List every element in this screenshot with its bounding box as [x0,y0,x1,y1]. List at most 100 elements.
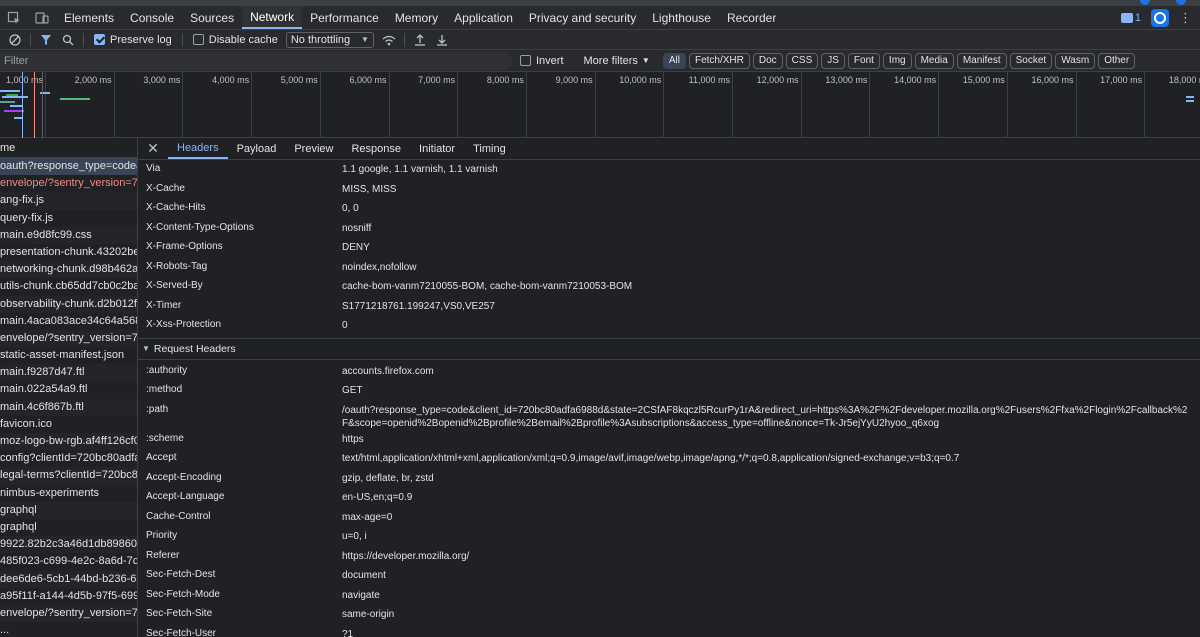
request-row[interactable]: 9922.82b2c3a46d1db8986051... [0,536,137,554]
more-filters-dropdown[interactable]: More filters ▼ [578,55,656,67]
close-icon[interactable]: ✕ [138,138,168,159]
preserve-log-checkbox[interactable]: Preserve log [88,34,178,46]
more-options-icon[interactable]: ⋮ [1179,10,1192,26]
timeline-tick-label: 9,000 ms [555,75,593,85]
request-row[interactable]: networking-chunk.d98b462a3f... [0,261,137,279]
request-row[interactable]: observability-chunk.d2b012f58... [0,295,137,313]
invert-check[interactable] [520,55,531,66]
timeline-tick: 1,000 ms [6,72,46,138]
request-row[interactable]: oauth?response_type=code&c... [0,158,137,176]
network-overview-timeline[interactable]: 1,000 ms 2,000 ms 3,000 ms 4,000 ms 5,000 ms… [0,72,1200,138]
request-row[interactable]: legal-terms?clientId=720bc80a... [0,467,137,485]
request-row[interactable]: static-asset-manifest.json [0,347,137,364]
issues-badge[interactable]: 1 [1120,12,1141,24]
filter-chip-other[interactable]: Other [1098,52,1136,69]
disable-cache-check[interactable] [192,34,204,45]
request-row[interactable]: envelope/?sentry_version=7&s... [0,329,137,348]
name-column-header[interactable]: me [0,138,137,158]
request-row[interactable]: ang-fix.js [0,192,137,210]
request-row[interactable]: ... [0,622,137,637]
device-toolbar-icon[interactable] [28,6,56,29]
request-row[interactable]: main.4aca083ace34c64a5682.js [0,313,137,330]
request-row[interactable]: moz-logo-bw-rgb.af4ff126cf0c... [0,433,137,451]
request-row[interactable]: query-fix.js [0,210,137,227]
tab-network[interactable]: Network [242,6,303,29]
request-row[interactable]: nimbus-experiments [0,485,137,502]
throttling-select[interactable]: No throttling ▼ [285,31,374,48]
toolbar-divider [181,32,183,47]
tab-application[interactable]: Application [446,6,521,29]
export-har-icon[interactable] [431,34,453,46]
filter-chip-img[interactable]: Img [882,52,912,69]
tab-lighthouse[interactable]: Lighthouse [644,6,719,29]
inspect-element-icon[interactable] [0,6,28,29]
detail-tab-headers[interactable]: Headers [168,138,228,159]
request-row[interactable]: main.e9d8fc99.css [0,226,137,244]
filter-icon[interactable] [35,34,57,46]
filter-chip-socket[interactable]: Socket [1009,52,1053,69]
request-row[interactable]: main.4c6f867b.ftl [0,398,137,416]
timeline-tick-label: 4,000 ms [212,75,250,85]
request-row[interactable]: main.022a54a9.ftl [0,381,137,398]
tab-elements[interactable]: Elements [56,6,122,29]
request-row[interactable]: envelope/?sentry_version=7&s... [0,175,137,192]
request-headers-section[interactable]: ▼ Request Headers [138,337,1200,360]
timeline-tick: 16,000 ms [1031,72,1077,138]
header-name: Via [146,163,161,174]
request-row[interactable]: main.f9287d47.ftl [0,364,137,382]
filter-chip-media[interactable]: Media [914,52,954,69]
header-name: Referer [146,549,180,561]
filter-chip-manifest[interactable]: Manifest [956,52,1007,69]
filter-chip-doc[interactable]: Doc [752,52,783,69]
header-name: X-Cache [146,182,185,194]
request-row[interactable]: envelope/?sentry_version=7&s... [0,604,137,623]
filter-chip-wasm[interactable]: Wasm [1055,52,1096,69]
request-row[interactable]: dee6de6-5cb1-44bd-b236-6... [0,570,137,588]
invert-checkbox[interactable]: Invert [520,55,564,67]
filter-chip-js[interactable]: JS [821,52,845,69]
filter-chip-font[interactable]: Font [847,52,880,69]
import-har-icon[interactable] [409,33,431,46]
header-value: max-age=0 [342,511,393,523]
detail-tab-response[interactable]: Response [342,138,410,159]
search-icon[interactable] [57,34,79,46]
record-stop-icon[interactable] [4,33,26,46]
request-row[interactable]: presentation-chunk.43202be8... [0,244,137,261]
tab-console[interactable]: Console [122,6,182,29]
filter-chip-css[interactable]: CSS [785,52,819,69]
header-row: X-Xss-Protection 0 [138,316,1200,336]
header-row: Sec-Fetch-User ?1 [138,625,1200,637]
filter-input[interactable]: Filter [0,51,512,70]
settings-sync-icon[interactable] [1151,8,1169,27]
request-name-column: me oauth?response_type=code&c...envelope… [0,138,138,637]
tab-performance[interactable]: Performance [302,6,387,29]
request-row[interactable]: graphql [0,501,137,519]
disable-cache-checkbox[interactable]: Disable cache [187,34,284,46]
network-conditions-icon[interactable] [378,34,400,46]
request-row[interactable]: graphql [0,519,137,536]
header-name: Cache-Control [146,510,211,522]
timeline-tick: 13,000 ms [825,72,871,138]
request-headers-list: :authority accounts.firefox.com:method GET… [138,362,1200,637]
preserve-log-check[interactable] [94,34,105,45]
filter-chip-fetch-xhr[interactable]: Fetch/XHR [688,52,750,69]
timeline-tick-label: 14,000 ms [894,75,937,85]
request-row[interactable]: config?clientId=720bc80adfa6... [0,450,137,467]
detail-tab-timing[interactable]: Timing [464,138,515,159]
tab-memory[interactable]: Memory [387,6,446,29]
header-value: noindex,nofollow [342,261,417,273]
detail-tab-payload[interactable]: Payload [228,138,286,159]
tab-privacy-and-security[interactable]: Privacy and security [521,6,644,29]
request-row[interactable]: favicon.ico [0,416,137,433]
detail-tab-preview[interactable]: Preview [285,138,342,159]
request-row[interactable]: utils-chunk.cb65dd7cb0c2ba5... [0,278,137,295]
tab-recorder[interactable]: Recorder [719,6,784,29]
filter-chip-all[interactable]: All [662,52,686,69]
detail-tab-initiator[interactable]: Initiator [410,138,464,159]
tab-sources[interactable]: Sources [182,6,242,29]
request-row[interactable]: a95f11f-a144-4d5b-97f5-699... [0,588,137,605]
header-row: X-Cache-Hits 0, 0 [138,199,1200,219]
timeline-tick-label: 8,000 ms [486,75,524,85]
header-name: X-Robots-Tag [146,260,208,272]
request-row[interactable]: 485f023-c699-4e2c-8a6d-7c... [0,553,137,570]
